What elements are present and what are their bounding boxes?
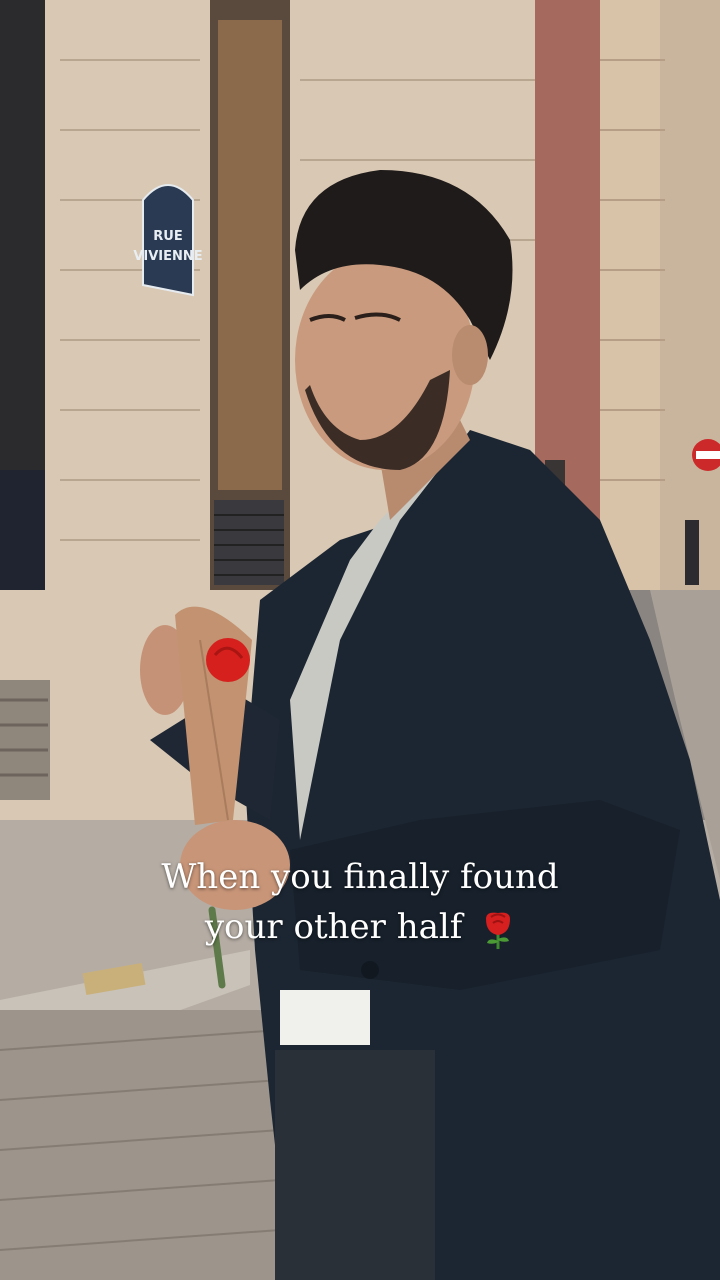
caption-line-1: When you finally found xyxy=(161,857,559,897)
video-caption: When you finally found your other half xyxy=(0,852,720,952)
caption-line-2: your other half xyxy=(0,902,720,952)
caption-line-2-text: your other half xyxy=(204,907,463,947)
rose-icon xyxy=(486,912,511,949)
red-rose xyxy=(206,638,250,682)
pedestrian xyxy=(685,520,699,585)
street-sign: RUE VIVIENNE xyxy=(133,184,203,297)
street-sign-line1: RUE xyxy=(153,229,182,244)
trousers xyxy=(275,1050,435,1280)
street-sign-line2: VIVIENNE xyxy=(133,249,202,264)
photo-scene: RUE VIVIENNE xyxy=(0,0,720,1280)
